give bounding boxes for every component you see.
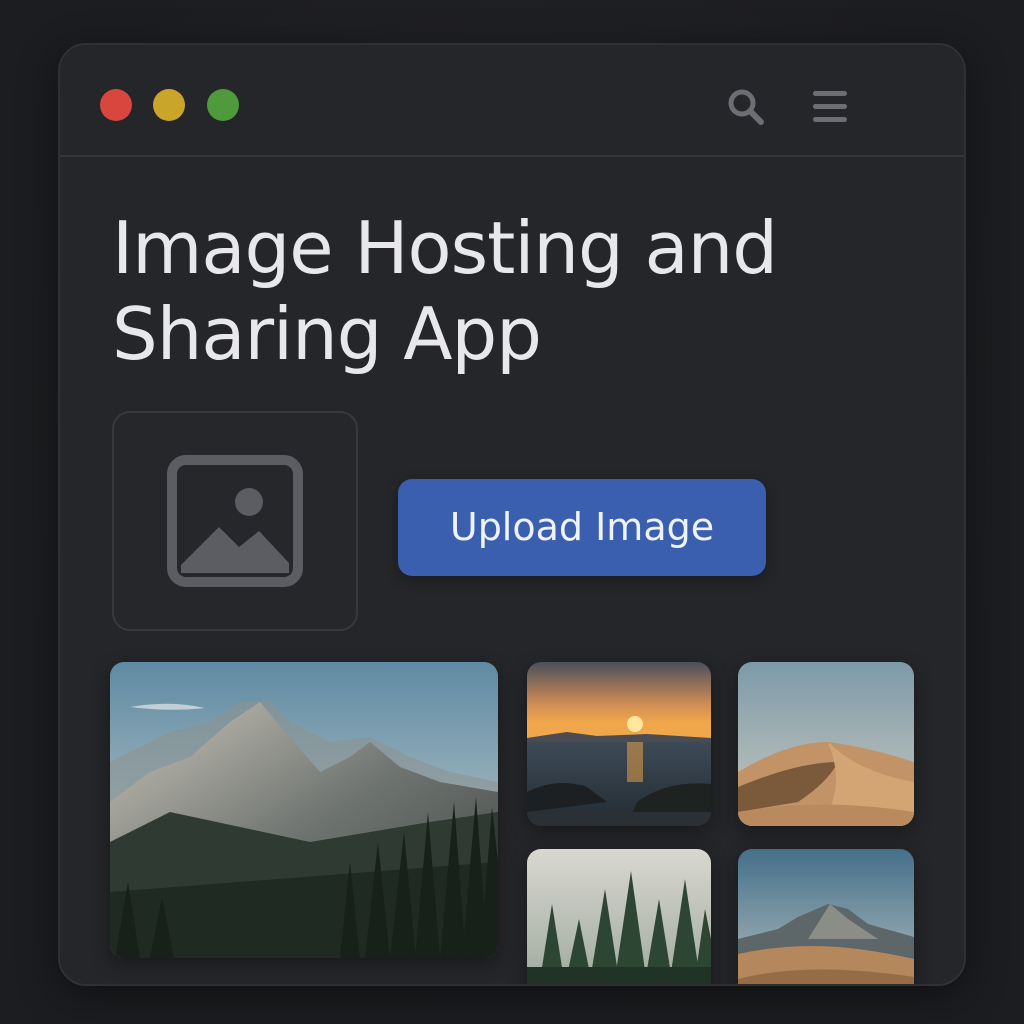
mountain-forest-image [110,662,498,958]
close-window-button[interactable] [100,89,132,121]
title-bar [60,45,964,157]
minimize-window-button[interactable] [153,89,185,121]
upload-image-button[interactable]: Upload Image [398,479,766,576]
page-title: Image Hosting and Sharing App [112,205,892,377]
ocean-sunset-image [527,662,711,826]
gallery-image-mountain[interactable] [110,662,498,958]
page-title-line2: Sharing App [112,292,542,376]
gallery-image-forest[interactable] [527,849,711,984]
gallery-image-desert-mountain[interactable] [738,849,914,984]
hamburger-menu-icon [813,91,847,122]
app-window: Image Hosting and Sharing App Upload Ima… [58,43,966,986]
sand-dunes-image [738,662,914,826]
desert-mountain-image [738,849,914,984]
app-background: Image Hosting and Sharing App Upload Ima… [0,0,1024,1024]
maximize-window-button[interactable] [207,89,239,121]
menu-button[interactable] [808,85,852,129]
misty-pine-forest-image [527,849,711,984]
image-placeholder-icon [167,455,303,587]
upload-preview-placeholder[interactable] [112,411,358,631]
gallery-image-sunset[interactable] [527,662,711,826]
search-button[interactable] [724,85,768,129]
search-icon [728,89,764,125]
gallery-image-dunes[interactable] [738,662,914,826]
page-title-line1: Image Hosting and [112,206,778,290]
